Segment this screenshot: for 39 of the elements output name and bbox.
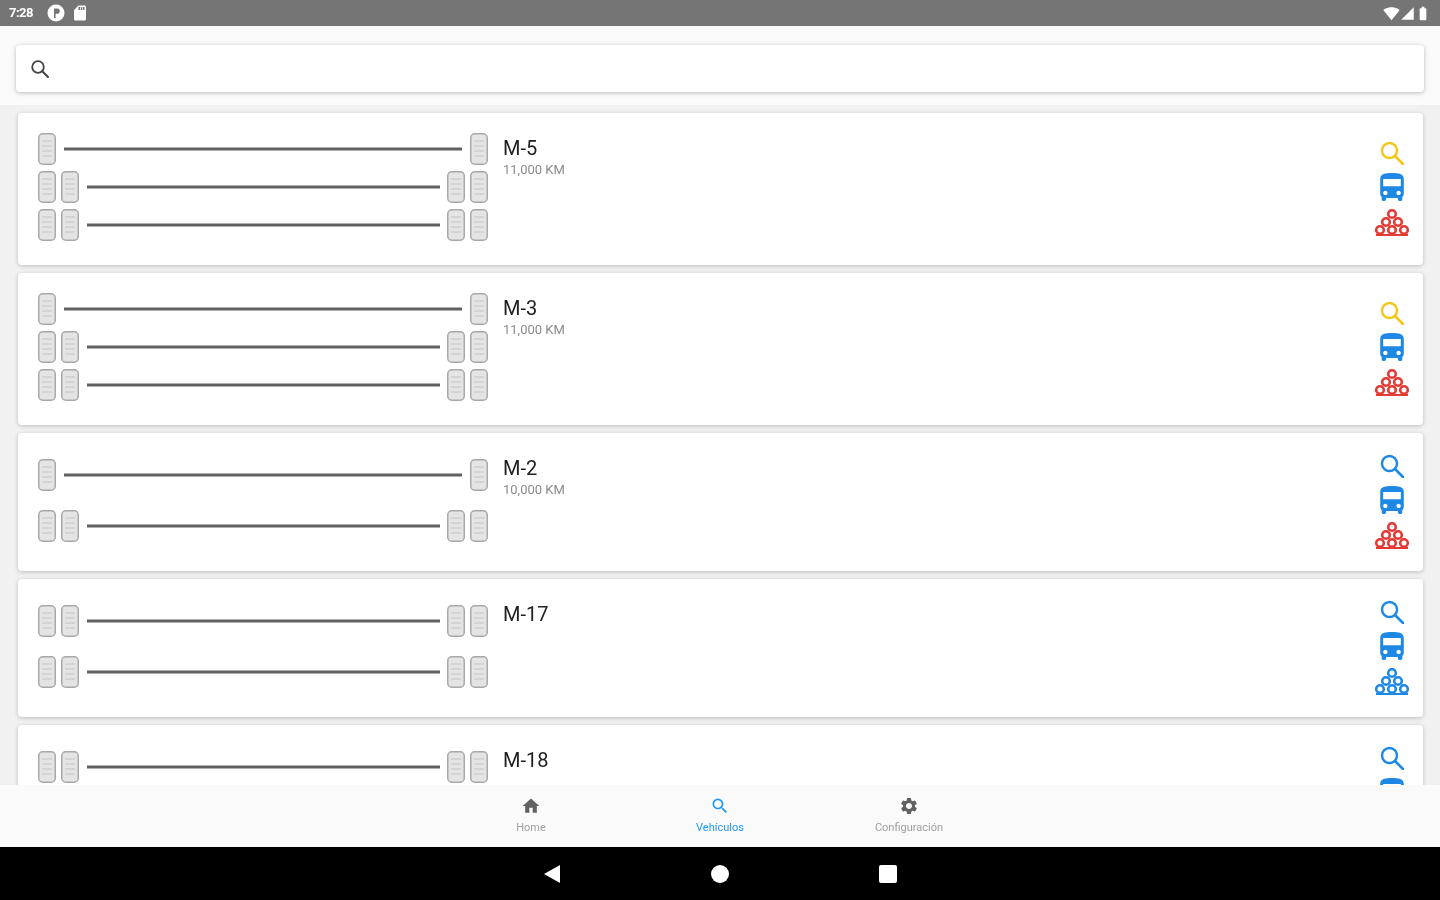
bus-icon[interactable]: [1378, 485, 1406, 514]
odometer-reading: 11,000 KM: [503, 322, 566, 338]
recents-square-icon: [879, 864, 897, 883]
vehicle-name: M-5: [503, 137, 539, 159]
vehicle-name: M-17: [503, 603, 550, 625]
search-icon[interactable]: [1380, 599, 1404, 624]
odometer-reading: 11,000 KM: [503, 162, 566, 178]
status-time: 7:28: [9, 4, 34, 23]
stacked-rings-icon[interactable]: [1375, 368, 1409, 396]
vehicle-name: M-18: [503, 749, 550, 771]
search-icon[interactable]: [1380, 745, 1404, 770]
vehicle-card[interactable]: M-18: [18, 725, 1423, 785]
vehicle-name: M-3: [503, 297, 539, 319]
vehicle-card[interactable]: M-3 11,000 KM: [18, 273, 1423, 425]
back-icon: [543, 863, 561, 884]
search-icon: [710, 796, 730, 816]
gear-icon: [899, 796, 919, 816]
stacked-rings-icon[interactable]: [1375, 208, 1409, 236]
vehicle-card[interactable]: M-5 11,000 KM: [18, 113, 1423, 265]
bus-icon[interactable]: [1378, 172, 1406, 201]
recents-button[interactable]: [879, 864, 897, 883]
search-field[interactable]: [16, 45, 1424, 92]
home-circle-icon: [711, 864, 729, 883]
bus-icon[interactable]: [1378, 631, 1406, 660]
vehicle-name: M-2: [503, 457, 539, 479]
stacked-rings-icon[interactable]: [1375, 521, 1409, 549]
circle-badge-icon: [47, 4, 66, 22]
signal-icon: [1400, 5, 1415, 21]
odometer-reading: 10,000 KM: [503, 482, 566, 498]
home-icon: [521, 796, 541, 816]
vehicle-card[interactable]: M-2 10,000 KM: [18, 433, 1423, 571]
bus-icon[interactable]: [1378, 332, 1406, 361]
home-button[interactable]: [711, 864, 729, 883]
stacked-rings-icon[interactable]: [1375, 667, 1409, 695]
search-icon: [30, 58, 50, 79]
back-button[interactable]: [543, 863, 561, 884]
wifi-icon: [1383, 4, 1400, 22]
search-icon[interactable]: [1380, 453, 1404, 478]
vehicle-card[interactable]: M-17: [18, 579, 1423, 717]
